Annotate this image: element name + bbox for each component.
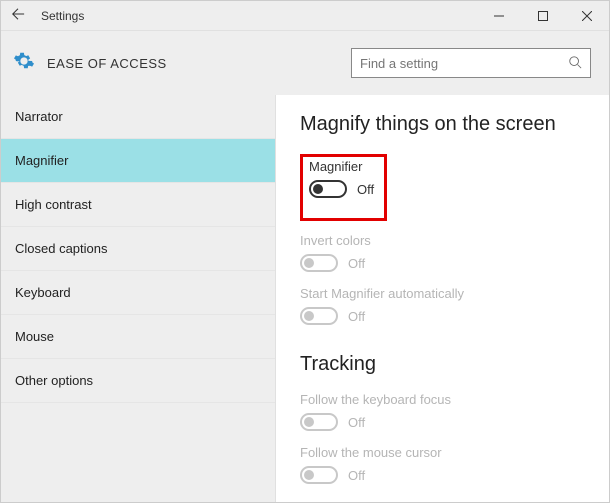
sidebar-item-label: Keyboard bbox=[15, 285, 71, 300]
sidebar-item-closed-captions[interactable]: Closed captions bbox=[1, 227, 275, 271]
toggle-state: Off bbox=[348, 309, 365, 324]
sidebar-item-label: High contrast bbox=[15, 197, 92, 212]
toggle-invert-colors bbox=[300, 254, 338, 272]
sidebar-item-narrator[interactable]: Narrator bbox=[1, 95, 275, 139]
window-title: Settings bbox=[35, 9, 477, 23]
toggle-follow-keyboard bbox=[300, 413, 338, 431]
toggle-state: Off bbox=[357, 182, 374, 197]
toggle-start-automatically bbox=[300, 307, 338, 325]
section-title: Tracking bbox=[300, 353, 587, 376]
setting-invert-colors: Invert colors Off bbox=[300, 233, 587, 272]
setting-label: Magnifier bbox=[309, 159, 374, 174]
setting-label: Follow the keyboard focus bbox=[300, 392, 587, 407]
setting-label: Start Magnifier automatically bbox=[300, 286, 587, 301]
toggle-state: Off bbox=[348, 256, 365, 271]
setting-label: Invert colors bbox=[300, 233, 587, 248]
setting-start-automatically: Start Magnifier automatically Off bbox=[300, 286, 587, 325]
back-button[interactable] bbox=[1, 7, 35, 25]
toggle-state: Off bbox=[348, 468, 365, 483]
sidebar-item-mouse[interactable]: Mouse bbox=[1, 315, 275, 359]
search-icon bbox=[568, 55, 582, 72]
sidebar-item-magnifier[interactable]: Magnifier bbox=[1, 139, 275, 183]
setting-follow-keyboard: Follow the keyboard focus Off bbox=[300, 392, 587, 431]
setting-follow-mouse: Follow the mouse cursor Off bbox=[300, 445, 587, 484]
toggle-magnifier[interactable] bbox=[309, 180, 347, 198]
content-pane: Magnify things on the screen Magnifier O… bbox=[276, 95, 609, 502]
breadcrumb: EASE OF ACCESS bbox=[47, 56, 351, 71]
search-box[interactable] bbox=[351, 48, 591, 78]
sidebar-item-label: Narrator bbox=[15, 109, 63, 124]
gear-icon bbox=[13, 50, 35, 77]
header: EASE OF ACCESS bbox=[1, 31, 609, 95]
sidebar-item-label: Magnifier bbox=[15, 153, 68, 168]
toggle-state: Off bbox=[348, 415, 365, 430]
titlebar: Settings bbox=[1, 1, 609, 31]
sidebar: Narrator Magnifier High contrast Closed … bbox=[1, 95, 276, 502]
sidebar-item-label: Closed captions bbox=[15, 241, 108, 256]
minimize-button[interactable] bbox=[477, 1, 521, 31]
sidebar-item-other-options[interactable]: Other options bbox=[1, 359, 275, 403]
sidebar-item-high-contrast[interactable]: High contrast bbox=[1, 183, 275, 227]
section-title: Magnify things on the screen bbox=[300, 113, 587, 136]
sidebar-item-label: Other options bbox=[15, 373, 93, 388]
setting-label: Follow the mouse cursor bbox=[300, 445, 587, 460]
close-button[interactable] bbox=[565, 1, 609, 31]
sidebar-item-label: Mouse bbox=[15, 329, 54, 344]
search-input[interactable] bbox=[360, 56, 568, 71]
sidebar-item-keyboard[interactable]: Keyboard bbox=[1, 271, 275, 315]
highlight-box: Magnifier Off bbox=[300, 154, 387, 221]
setting-magnifier: Magnifier Off bbox=[309, 159, 374, 198]
maximize-button[interactable] bbox=[521, 1, 565, 31]
toggle-follow-mouse bbox=[300, 466, 338, 484]
